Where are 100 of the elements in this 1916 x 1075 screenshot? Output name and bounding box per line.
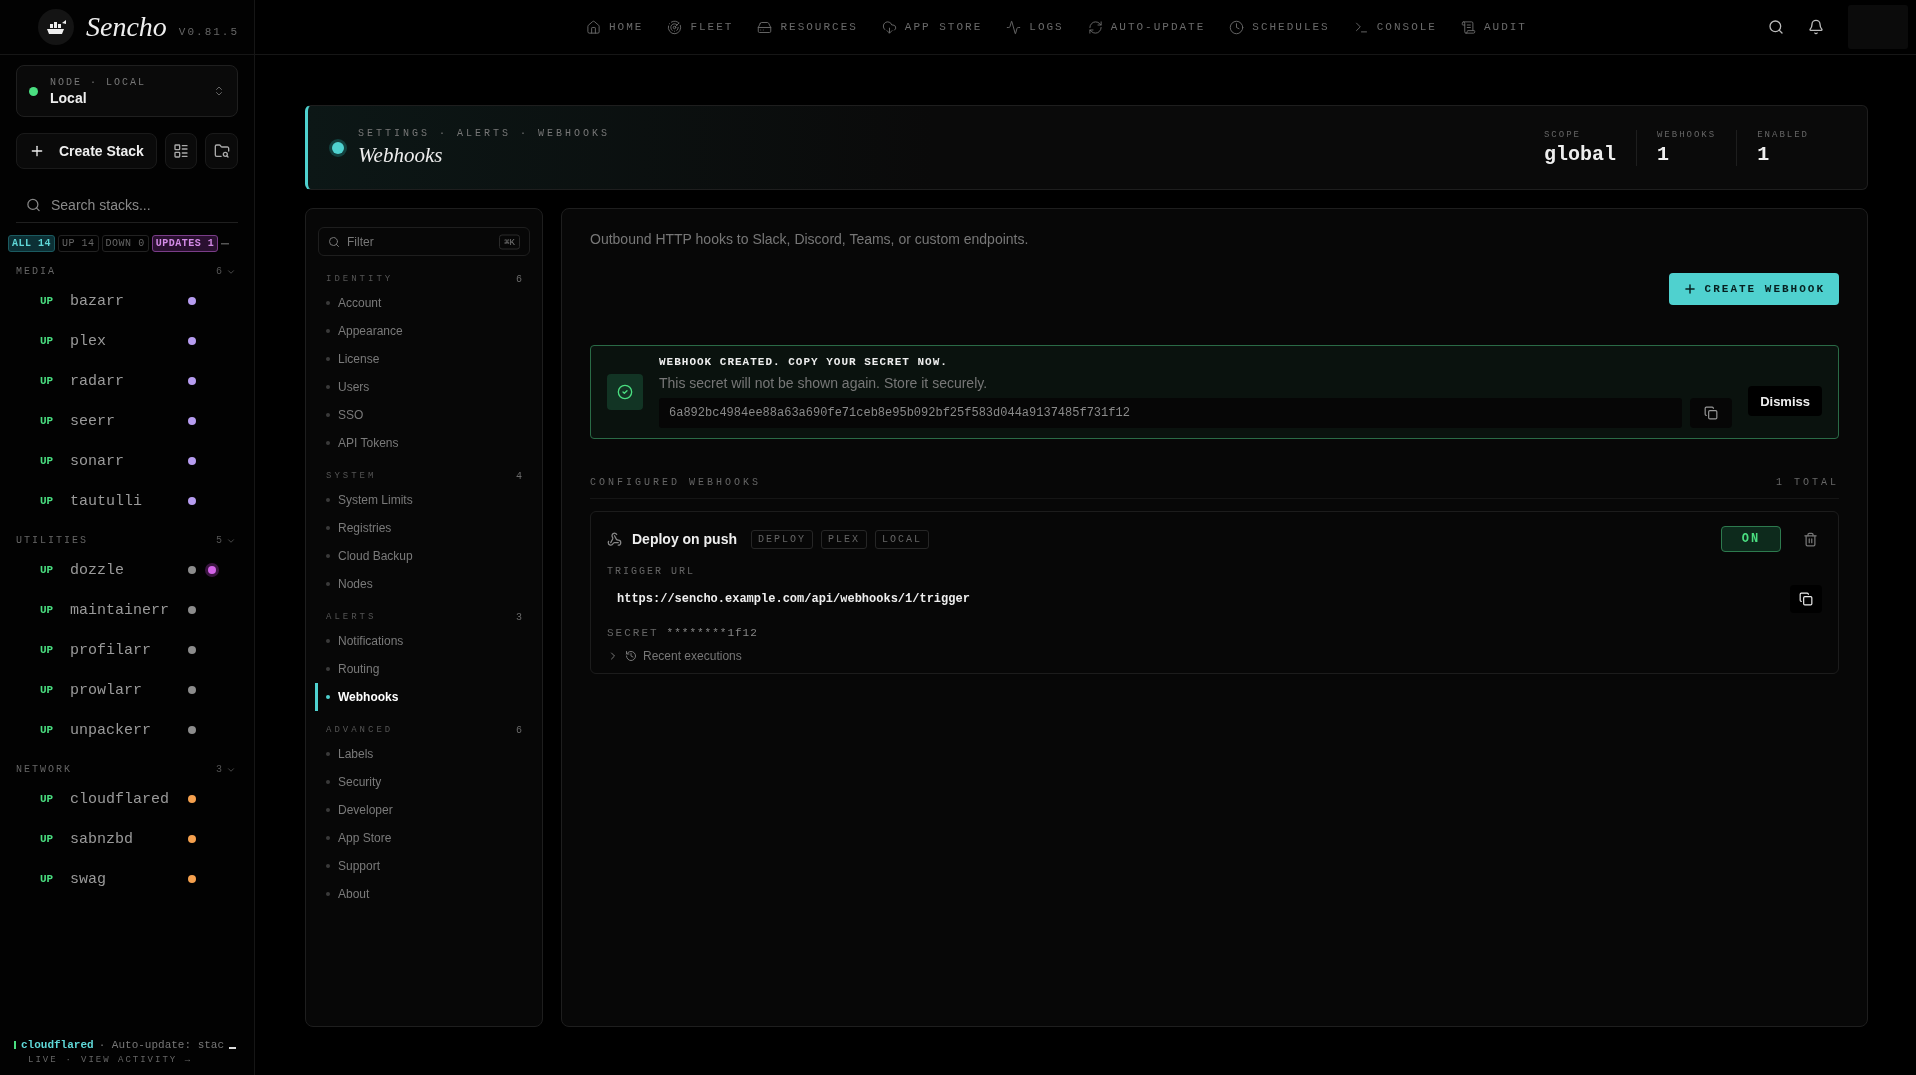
section-name: SYSTEM [326, 471, 377, 482]
settings-nav-item[interactable]: App Store [315, 824, 530, 852]
live-label: LIVE [28, 1055, 58, 1065]
settings-nav-item[interactable]: Labels [315, 740, 530, 768]
stack-name[interactable]: swag [70, 870, 188, 888]
bell-icon [1808, 19, 1824, 35]
filter-chip[interactable]: DOWN 0 [101, 235, 149, 252]
radar-icon [667, 19, 683, 35]
house-icon [586, 19, 601, 35]
field-label: TRIGGER URL [607, 566, 696, 577]
group-count: 3 [216, 764, 222, 775]
secret-field[interactable]: 6a892bc4984ee88a63a690fe71ceb8e95b092bf25f583d044a9137485f731f12 [659, 398, 1683, 428]
list-title: CONFIGURED WEBHOOKS [590, 477, 762, 488]
nav-link[interactable]: RESOURCES [757, 19, 858, 35]
list-icon [173, 143, 190, 159]
plus-icon [29, 143, 45, 159]
folder-search-button[interactable] [205, 133, 238, 169]
filter-chip[interactable]: UP 14 [58, 235, 99, 252]
settings-nav-item[interactable]: Nodes [315, 570, 530, 598]
copy-button[interactable] [1790, 585, 1822, 613]
settings-nav-item[interactable]: Users [315, 373, 530, 401]
stack-name[interactable]: profilarr [70, 641, 188, 659]
clock-icon [1229, 19, 1245, 35]
settings-nav-item[interactable]: Webhooks [315, 683, 530, 711]
settings-nav-item[interactable]: Cloud Backup [315, 542, 530, 570]
settings-nav-item[interactable]: API Tokens [315, 429, 530, 457]
pulse-icon [1006, 19, 1022, 35]
settings-nav-item[interactable]: Routing [315, 655, 530, 683]
stack-status: UP [40, 724, 55, 736]
recent-executions-toggle[interactable]: Recent executions [607, 649, 1822, 663]
notifications-button[interactable] [1808, 19, 1824, 35]
stack-name[interactable]: maintainerr [70, 601, 188, 619]
nav-link[interactable]: AUDIT [1460, 19, 1527, 35]
stack-status: UP [40, 495, 55, 507]
settings-nav-item[interactable]: Appearance [315, 317, 530, 345]
settings-nav-item[interactable]: SSO [315, 401, 530, 429]
nav-link[interactable]: CONSOLE [1353, 19, 1437, 35]
settings-nav-item[interactable]: System Limits [315, 486, 530, 514]
section-count: 3 [516, 612, 522, 623]
stack-name[interactable]: dozzle [70, 561, 188, 579]
stack-name[interactable]: cloudflared [70, 790, 188, 808]
tag: PLEX [821, 529, 868, 549]
settings-nav-item[interactable]: Support [315, 852, 530, 880]
nav-link[interactable]: APP STORE [881, 19, 983, 35]
create-stack-button[interactable]: Create Stack [16, 133, 157, 169]
stack-name[interactable]: radarr [70, 372, 188, 390]
section-name: ALERTS [326, 612, 377, 623]
nav-link[interactable]: SCHEDULES [1229, 19, 1330, 35]
tag: LOCAL [875, 529, 930, 549]
stack-name[interactable]: plex [70, 332, 188, 350]
group-count: 5 [216, 535, 222, 546]
filter-chip[interactable]: UPDATES 1 [151, 235, 219, 252]
settings-nav-item[interactable]: Security [315, 768, 530, 796]
settings-nav-item[interactable]: License [315, 345, 530, 373]
nav-link[interactable]: HOME [586, 19, 644, 35]
group-name: UTILITIES [16, 535, 88, 546]
search-field[interactable]: Search stacks... [16, 187, 238, 223]
nav-link[interactable]: FLEET [667, 19, 734, 35]
stack-name[interactable]: sonarr [70, 452, 188, 470]
settings-nav-item[interactable]: Developer [315, 796, 530, 824]
dismiss-button[interactable]: Dismiss [1748, 386, 1822, 416]
stack-name[interactable]: unpackerr [70, 721, 188, 739]
create-webhook-button[interactable]: CREATE WEBHOOK [1668, 273, 1839, 305]
stack-status: UP [40, 684, 55, 696]
enable-toggle[interactable]: ON [1721, 526, 1781, 552]
nav-link[interactable]: AUTO-UPDATE [1087, 19, 1206, 35]
settings-nav-item[interactable]: Notifications [315, 627, 530, 655]
stat-label: WEBHOOKS [1656, 129, 1717, 140]
node-label: NODE · LOCAL [50, 76, 147, 88]
settings-nav-item[interactable]: Account [315, 289, 530, 317]
node-selector[interactable]: NODE · LOCAL Local [16, 65, 238, 117]
stack-name[interactable]: tautulli [70, 492, 188, 510]
list-view-button[interactable] [164, 133, 198, 169]
stack-name[interactable]: sabnzbd [70, 830, 188, 848]
search-button[interactable] [1768, 19, 1784, 35]
drive-icon [757, 19, 773, 35]
section-count: 4 [516, 471, 522, 482]
refresh-icon [1087, 19, 1103, 35]
stack-name[interactable]: prowlarr [70, 681, 188, 699]
search-icon [328, 235, 340, 248]
terminal-icon [1353, 19, 1369, 35]
history-icon [625, 650, 637, 662]
settings-nav-item[interactable]: About [315, 880, 530, 908]
webhook-name: Deploy on push [632, 531, 737, 547]
node-name: Local [50, 89, 88, 106]
webhook-icon [607, 531, 622, 547]
stack-status: UP [40, 604, 55, 616]
collapse-icon[interactable] [221, 242, 230, 245]
stack-name[interactable]: bazarr [70, 292, 188, 310]
notice-text: This secret will not be shown again. Store it securely. [659, 375, 989, 391]
nav-link[interactable]: LOGS [1006, 19, 1064, 35]
filter-chip[interactable]: ALL 14 [8, 235, 56, 252]
stack-status: UP [40, 833, 55, 845]
plus-icon [1682, 282, 1697, 296]
settings-nav-item[interactable]: Registries [315, 514, 530, 542]
breadcrumb: SETTINGS · ALERTS · WEBHOOKS [358, 127, 612, 139]
view-activity-link[interactable]: VIEW ACTIVITY → [81, 1055, 193, 1065]
stack-name[interactable]: seerr [70, 412, 188, 430]
scroll-icon [1460, 19, 1476, 35]
masked-secret: ********1f12 [666, 627, 758, 639]
